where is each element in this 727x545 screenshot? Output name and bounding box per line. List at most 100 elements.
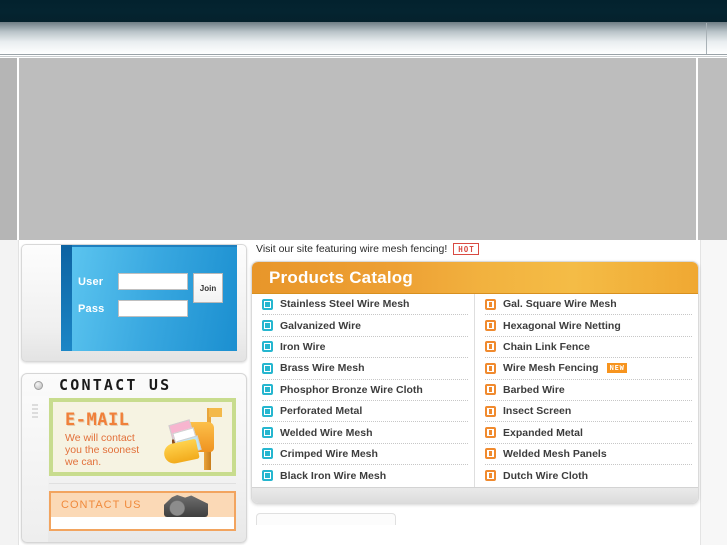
product-list-item[interactable]: Barbed Wire [485, 380, 692, 401]
teal-square-icon [262, 405, 273, 417]
products-catalog: Products Catalog Stainless Steel Wire Me… [251, 261, 699, 504]
teal-square-icon [262, 470, 273, 482]
toolbar-separator [706, 23, 707, 54]
site-notice-text: Visit our site featuring wire mesh fenci… [256, 243, 448, 255]
site-notice: Visit our site featuring wire mesh fenci… [251, 240, 699, 261]
page-left-edge [0, 240, 19, 545]
teal-square-icon [262, 384, 273, 396]
product-list-item[interactable]: Iron Wire [262, 337, 468, 359]
teal-square-icon [262, 448, 273, 460]
product-list-item[interactable]: Wire Mesh Fencing NEW [485, 358, 692, 380]
product-label: Expanded Metal [503, 426, 583, 439]
user-input[interactable] [118, 273, 188, 290]
product-label: Crimped Wire Mesh [280, 447, 378, 460]
orange-square-icon [485, 427, 496, 439]
product-list-item[interactable]: Stainless Steel Wire Mesh [262, 294, 468, 316]
user-label: User [78, 275, 104, 288]
page-body: User Pass Join CONTACT US E-MAIL We will… [0, 240, 727, 545]
email-banner-text: We will contact you the soonest we can. [65, 432, 139, 468]
pass-input[interactable] [118, 300, 188, 317]
product-list-item[interactable]: Hexagonal Wire Netting [485, 315, 692, 337]
product-label: Perforated Metal [280, 405, 363, 418]
bullet-dot-icon [34, 380, 43, 390]
contact-us-header: CONTACT US [22, 374, 246, 396]
login-user-row: User [78, 273, 188, 290]
product-list-item[interactable]: Dutch Wire Cloth [485, 465, 692, 486]
masthead-left-gutter [0, 58, 19, 240]
contact-us-card-body [51, 517, 234, 529]
contact-panel-divider [49, 483, 236, 484]
screen: User Pass Join CONTACT US E-MAIL We will… [0, 0, 727, 545]
orange-square-icon [485, 320, 496, 332]
product-label: Hexagonal Wire Netting [503, 319, 621, 332]
product-label: Insect Screen [503, 405, 572, 418]
product-list-item[interactable]: Welded Mesh Panels [485, 444, 692, 466]
login-panel-accent-band [61, 245, 72, 351]
login-panel: User Pass Join [21, 244, 247, 362]
teal-square-icon [262, 341, 273, 353]
product-list-item[interactable]: Insect Screen [485, 401, 692, 423]
main-content: Visit our site featuring wire mesh fenci… [251, 240, 699, 525]
masthead-right-gutter [696, 58, 727, 240]
teal-square-icon [262, 298, 273, 310]
contact-panel-side-rail [22, 396, 48, 542]
product-list-item[interactable]: Crimped Wire Mesh [262, 444, 468, 466]
product-label: Galvanized Wire [280, 319, 362, 332]
products-catalog-footer [252, 486, 698, 503]
orange-square-icon [485, 448, 496, 460]
join-button[interactable]: Join [193, 273, 223, 303]
mailbox-icon [158, 408, 224, 472]
orange-square-icon [485, 341, 496, 353]
product-list-item[interactable]: Brass Wire Mesh [262, 358, 468, 380]
product-list-item[interactable]: Chain Link Fence [485, 337, 692, 359]
product-label: Gal. Square Wire Mesh [503, 298, 617, 311]
products-catalog-header: Products Catalog [252, 262, 698, 294]
product-label: Brass Wire Mesh [280, 362, 365, 375]
products-column-left: Stainless Steel Wire Mesh Galvanized Wire… [252, 294, 475, 487]
pass-label: Pass [78, 302, 105, 315]
product-list-item[interactable]: Galvanized Wire [262, 315, 468, 337]
next-panel-top-edge [256, 512, 396, 525]
product-label: Barbed Wire [503, 383, 565, 396]
product-label: Welded Wire Mesh [280, 426, 373, 439]
product-label: Chain Link Fence [503, 340, 590, 353]
browser-toolbar[interactable] [0, 22, 727, 55]
product-label: Phosphor Bronze Wire Cloth [280, 383, 423, 396]
toolbar-underline [0, 55, 727, 57]
login-pass-row: Pass [78, 300, 188, 317]
teal-square-icon [262, 362, 273, 374]
product-list-item[interactable]: Perforated Metal [262, 401, 468, 423]
product-list-item[interactable]: Gal. Square Wire Mesh [485, 294, 692, 316]
product-label: Dutch Wire Cloth [503, 469, 589, 482]
product-list-item[interactable]: Welded Wire Mesh [262, 422, 468, 444]
product-list-item[interactable]: Black Iron Wire Mesh [262, 465, 468, 486]
product-label: Stainless Steel Wire Mesh [280, 298, 410, 311]
hot-badge: HOT [453, 243, 479, 255]
contact-us-card[interactable]: CONTACT US [49, 491, 236, 531]
email-banner[interactable]: E-MAIL We will contact you the soonest w… [49, 398, 236, 476]
orange-square-icon [485, 405, 496, 417]
browser-titlebar [0, 0, 727, 22]
product-label: Black Iron Wire Mesh [280, 469, 387, 482]
orange-square-icon [485, 384, 496, 396]
products-catalog-columns: Stainless Steel Wire Mesh Galvanized Wire… [252, 294, 698, 487]
teal-square-icon [262, 320, 273, 332]
email-banner-line-2: you the soonest [65, 444, 140, 456]
product-list-item[interactable]: Expanded Metal [485, 422, 692, 444]
products-catalog-title: Products Catalog [269, 267, 413, 287]
contact-us-title: CONTACT US [59, 376, 172, 394]
mailbox-flag-icon [209, 408, 222, 417]
page-viewport: User Pass Join CONTACT US E-MAIL We will… [0, 58, 727, 545]
blank-masthead-region [0, 58, 727, 240]
sidebar: User Pass Join CONTACT US E-MAIL We will… [21, 240, 247, 543]
product-label: Iron Wire [280, 340, 326, 353]
product-label: Welded Mesh Panels [503, 447, 607, 460]
new-badge: NEW [606, 363, 627, 374]
product-label: Wire Mesh Fencing [503, 362, 599, 375]
orange-square-icon [485, 298, 496, 310]
orange-square-icon [485, 362, 496, 374]
email-banner-line-1: We will contact [65, 432, 135, 444]
email-banner-line-3: we can. [65, 456, 102, 468]
product-list-item[interactable]: Phosphor Bronze Wire Cloth [262, 380, 468, 401]
orange-square-icon [485, 470, 496, 482]
